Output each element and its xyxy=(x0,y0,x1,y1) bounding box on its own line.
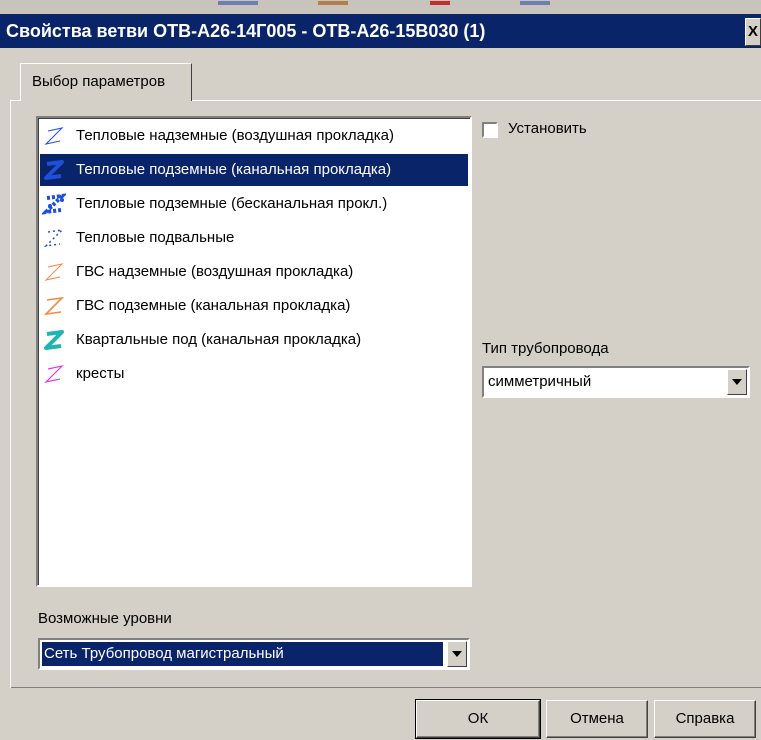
bold-teal-z-icon xyxy=(44,330,64,350)
install-checkbox[interactable] xyxy=(482,122,498,138)
magenta-z-icon xyxy=(44,364,64,384)
pipe-type-select[interactable]: симметричный xyxy=(482,366,750,398)
thin-orange-z-icon xyxy=(44,263,64,281)
list-item[interactable]: Тепловые подвальные xyxy=(40,222,468,254)
list-item[interactable]: Тепловые подземные (бесканальная прокл.) xyxy=(40,188,468,220)
pipe-type-value: симметричный xyxy=(488,373,592,390)
tab-parameters[interactable]: Выбор параметров xyxy=(20,63,192,101)
list-item-label: кресты xyxy=(76,365,125,382)
orange-z-icon xyxy=(43,296,65,316)
list-item-label: Тепловые подземные (бесканальная прокл.) xyxy=(76,195,388,212)
dialog-title: Свойства ветви ОТВ-А26-14Г005 - ОТВ-А26-… xyxy=(0,14,761,48)
cancel-button[interactable]: Отмена xyxy=(546,700,648,738)
install-checkbox-label[interactable]: Установить xyxy=(508,120,587,137)
list-item-label: Квартальные под (канальная прокладка) xyxy=(76,331,362,348)
background-window-strip xyxy=(0,0,761,14)
layer-list[interactable]: Тепловые надземные (воздушная прокладка)… xyxy=(36,116,472,587)
dotted-bold-blue-z-icon xyxy=(42,193,66,215)
list-item-label: Тепловые подземные (канальная прокладка) xyxy=(76,161,392,178)
list-item[interactable]: ГВС подземные (канальная прокладка) xyxy=(40,290,468,322)
levels-value: Сеть Трубопровод магистральный xyxy=(44,645,284,662)
list-item[interactable]: Квартальные под (канальная прокладка) xyxy=(40,324,468,356)
list-item-label: Тепловые надземные (воздушная прокладка) xyxy=(76,127,394,144)
ok-button[interactable]: ОК xyxy=(415,699,541,739)
list-item[interactable]: ГВС надземные (воздушная прокладка) xyxy=(40,256,468,288)
chevron-down-icon[interactable] xyxy=(727,369,747,395)
help-button[interactable]: Справка xyxy=(654,700,756,738)
levels-label: Возможные уровни xyxy=(38,610,172,627)
levels-select[interactable]: Сеть Трубопровод магистральный xyxy=(38,638,470,670)
list-item-selected[interactable]: Тепловые подземные (канальная прокладка) xyxy=(40,154,468,186)
dashed-blue-z-icon xyxy=(43,228,65,248)
list-item[interactable]: Тепловые надземные (воздушная прокладка) xyxy=(40,120,468,152)
list-item-label: ГВС подземные (канальная прокладка) xyxy=(76,297,351,314)
list-item[interactable]: кресты xyxy=(40,358,468,390)
list-item-label: Тепловые подвальные xyxy=(76,229,235,246)
pipe-type-label: Тип трубопровода xyxy=(482,340,609,357)
list-item-label: ГВС надземные (воздушная прокладка) xyxy=(76,263,354,280)
chevron-down-icon[interactable] xyxy=(447,641,467,667)
thin-blue-z-icon xyxy=(44,127,64,145)
close-button[interactable]: X xyxy=(745,18,761,46)
bold-blue-z-icon xyxy=(44,160,64,180)
